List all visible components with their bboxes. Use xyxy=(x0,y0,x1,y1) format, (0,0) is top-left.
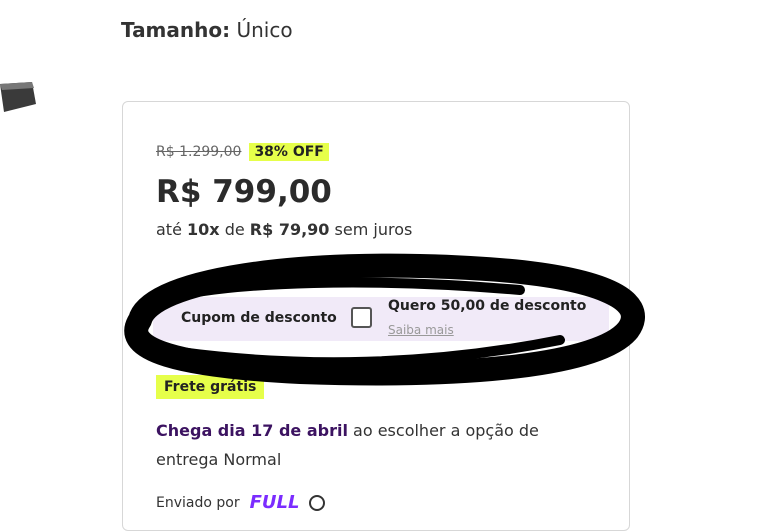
installments-prefix: até xyxy=(156,220,182,239)
sent-by-row: Enviado por FULL xyxy=(156,492,326,513)
size-row: Tamanho: Único xyxy=(121,18,293,42)
arrival-date: Chega dia 17 de abril xyxy=(156,421,348,440)
size-label: Tamanho: xyxy=(121,18,231,42)
installments-amount: R$ 79,90 xyxy=(249,220,330,239)
size-value: Único xyxy=(236,18,293,42)
product-image-edge xyxy=(0,82,36,112)
current-price: R$ 799,00 xyxy=(156,174,332,210)
full-logo: FULL xyxy=(249,492,300,513)
coupon-learn-more-link[interactable]: Saiba mais xyxy=(388,323,454,337)
installments: até 10x de R$ 79,90 sem juros xyxy=(156,220,412,239)
free-shipping-badge: Frete grátis xyxy=(156,375,265,399)
installments-suffix: sem juros xyxy=(334,220,413,239)
coupon-checkbox[interactable] xyxy=(351,307,372,328)
discount-badge: 38% OFF xyxy=(249,143,329,161)
installments-mid: de xyxy=(224,220,245,239)
arrival-info: Chega dia 17 de abril ao escolher a opçã… xyxy=(156,416,606,474)
old-price: R$ 1.299,00 xyxy=(156,144,242,160)
sent-by-label: Enviado por xyxy=(156,494,240,511)
price-card: R$ 1.299,00 38% OFF R$ 799,00 até 10x de… xyxy=(122,101,630,531)
info-icon[interactable] xyxy=(309,494,326,511)
coupon-label: Cupom de desconto xyxy=(181,310,337,326)
coupon-offer-text: Quero 50,00 de desconto xyxy=(388,298,587,314)
old-price-row: R$ 1.299,00 38% OFF xyxy=(156,143,329,161)
installments-count: 10x xyxy=(187,220,220,239)
